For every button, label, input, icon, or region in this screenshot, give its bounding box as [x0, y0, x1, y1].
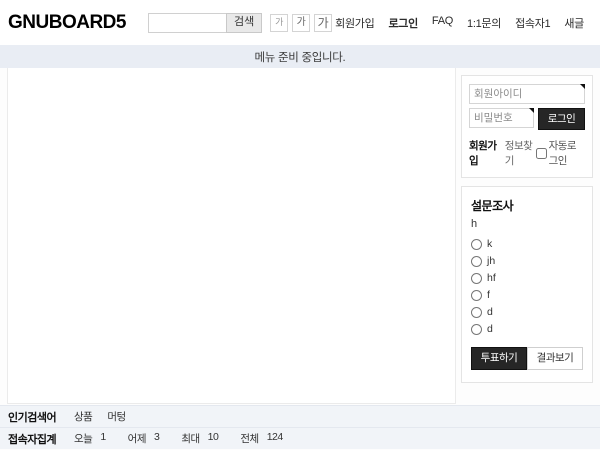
visitor-stat-item: 오늘 1: [74, 431, 106, 446]
poll-option-radio[interactable]: [471, 307, 482, 318]
top-nav: 회원가입 로그인 FAQ 1:1문의 접속자1 새글: [335, 15, 584, 31]
top-nav-item[interactable]: 로그인: [388, 15, 417, 31]
font-size-medium-button[interactable]: 가: [292, 14, 310, 32]
top-nav-item[interactable]: FAQ: [432, 15, 453, 31]
member-id-field-wrap: [469, 84, 585, 104]
visitor-stat-name: 최대: [181, 431, 199, 446]
visitor-stat-name: 오늘: [74, 431, 92, 446]
menu-notice-banner: 메뉴 준비 중입니다.: [0, 45, 600, 68]
poll-option: f: [471, 289, 583, 301]
password-row: 로그인: [469, 108, 585, 130]
poll-option-label[interactable]: hf: [487, 272, 496, 284]
popular-keyword-link[interactable]: 머텅: [107, 409, 125, 424]
visitor-stat-value: 1: [100, 431, 105, 446]
content-area: 로그인 회원가입 정보찾기 자동로그인 설문조사 h kjhhffdd 투표하기: [0, 68, 600, 404]
register-link[interactable]: 회원가입: [469, 138, 500, 168]
font-size-controls: 가 가 가: [270, 14, 332, 32]
popular-keyword-link[interactable]: 상품: [74, 409, 92, 424]
poll-option-radio[interactable]: [471, 290, 482, 301]
poll-option-label[interactable]: d: [487, 323, 493, 335]
site-logo[interactable]: GNUBOARD5: [8, 12, 126, 34]
vote-button[interactable]: 투표하기: [471, 347, 527, 370]
poll-option-radio[interactable]: [471, 324, 482, 335]
search-button[interactable]: 검색: [226, 13, 262, 33]
poll-option: jh: [471, 255, 583, 267]
popular-search-row: 인기검색어 상품 머텅: [0, 405, 600, 427]
visitor-stats-label: 접속자집계: [8, 431, 74, 447]
poll-question: h: [471, 218, 583, 230]
visitor-stat-value: 10: [208, 431, 219, 446]
poll-option: k: [471, 238, 583, 250]
poll-result-button[interactable]: 결과보기: [527, 347, 583, 370]
poll-option-label[interactable]: d: [487, 306, 493, 318]
poll-option-radio[interactable]: [471, 256, 482, 267]
footer: 인기검색어 상품 머텅 접속자집계 오늘 1 어제 3 최대 10 전체 124: [0, 405, 600, 449]
poll-option: hf: [471, 272, 583, 284]
member-id-input[interactable]: [469, 84, 585, 104]
visitor-stat-value: 124: [267, 431, 283, 446]
page: GNUBOARD5 검색 가 가 가 회원가입로그인FAQ1:1문의접속자1새글…: [0, 0, 600, 450]
font-size-large-button[interactable]: 가: [314, 14, 332, 32]
main-content: [7, 68, 456, 404]
poll-option-label[interactable]: jh: [487, 255, 495, 267]
poll-buttons: 투표하기 결과보기: [471, 347, 583, 370]
top-nav-item[interactable]: 접속자1: [515, 15, 550, 31]
auto-login-label[interactable]: 자동로그인: [549, 138, 585, 168]
auto-login-group: 자동로그인: [536, 138, 585, 168]
visitor-stats-row: 접속자집계 오늘 1 어제 3 최대 10 전체 124: [0, 427, 600, 449]
poll-title: 설문조사: [471, 197, 583, 214]
password-field-wrap: [469, 108, 534, 130]
login-links: 회원가입 정보찾기 자동로그인: [469, 138, 585, 168]
sidebar: 로그인 회원가입 정보찾기 자동로그인 설문조사 h kjhhffdd 투표하기: [461, 68, 593, 404]
visitor-stat-name: 어제: [128, 431, 146, 446]
poll-option-radio[interactable]: [471, 273, 482, 284]
popular-keyword-list: 상품 머텅: [74, 409, 126, 424]
visitor-stat-value: 3: [154, 431, 159, 446]
visitor-stat-item: 어제 3: [128, 431, 160, 446]
login-button[interactable]: 로그인: [538, 108, 585, 130]
visitor-stat-list: 오늘 1 어제 3 최대 10 전체 124: [74, 431, 283, 446]
poll-option-label[interactable]: k: [487, 238, 492, 250]
visitor-stat-item: 전체 124: [240, 431, 282, 446]
visitor-stat-name: 전체: [240, 431, 258, 446]
poll-box: 설문조사 h kjhhffdd 투표하기 결과보기: [461, 186, 593, 383]
find-info-link[interactable]: 정보찾기: [505, 138, 536, 168]
top-nav-item[interactable]: 회원가입: [335, 15, 374, 31]
top-nav-item[interactable]: 1:1문의: [467, 15, 501, 31]
login-box: 로그인 회원가입 정보찾기 자동로그인: [461, 75, 593, 178]
menu-notice-text: 메뉴 준비 중입니다.: [255, 49, 346, 65]
poll-options: kjhhffdd: [471, 238, 583, 335]
top-nav-item[interactable]: 새글: [564, 15, 584, 31]
poll-option: d: [471, 306, 583, 318]
password-input[interactable]: [469, 108, 534, 128]
header: GNUBOARD5 검색 가 가 가 회원가입 로그인 FAQ 1:1문의 접속자1 새글: [0, 0, 600, 45]
popular-search-label: 인기검색어: [8, 409, 74, 425]
font-size-small-button[interactable]: 가: [270, 14, 288, 32]
search-group: 검색: [148, 13, 262, 33]
poll-option: d: [471, 323, 583, 335]
auto-login-checkbox[interactable]: [536, 148, 547, 159]
visitor-stat-item: 최대 10: [181, 431, 218, 446]
poll-option-radio[interactable]: [471, 239, 482, 250]
search-input[interactable]: [148, 13, 226, 33]
poll-option-label[interactable]: f: [487, 289, 490, 301]
